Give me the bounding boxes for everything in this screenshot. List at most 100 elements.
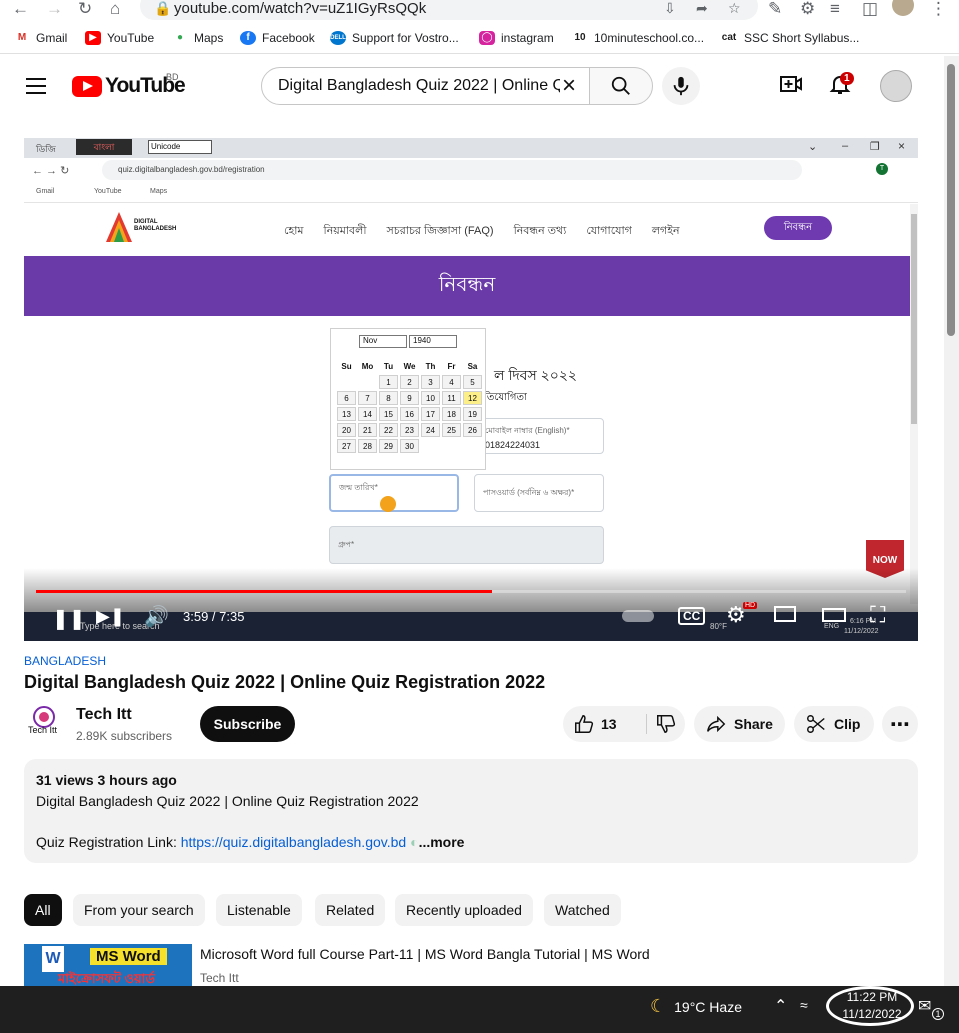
taskbar-notif-count: 1 (932, 1008, 944, 1020)
weather-widget[interactable]: ☾ 19°C Haze (650, 996, 742, 1017)
thumbs-up-icon (575, 715, 594, 733)
facebook-icon: f (240, 31, 256, 45)
wifi-icon[interactable]: ≈ (800, 997, 808, 1013)
eyedropper-icon[interactable]: ✎ (768, 0, 782, 18)
youtube-play-icon (72, 75, 102, 97)
browser-toolbar: ← → ↻ ⌂ 🔒 youtube.com/watch?v=uZ1IGyRsQQ… (0, 0, 959, 24)
chip-related[interactable]: Related (315, 894, 386, 926)
youtube-header: YouTube BD Digital Bangladesh Quiz 2022 … (0, 56, 944, 116)
chip-listenable[interactable]: Listenable (216, 894, 302, 926)
10ms-icon: 10 (572, 31, 588, 45)
clip-button[interactable]: Clip (794, 706, 874, 742)
video-profile-icon: T (876, 163, 888, 175)
chrome-menu-icon[interactable]: ⋮ (930, 0, 947, 18)
windows-taskbar: ☾ 19°C Haze ⌃ ≈ 11:22 PM 11/12/2022 ✉ 1 (0, 986, 959, 1033)
video-cursor-highlight (380, 496, 396, 512)
gmail-icon: M (14, 31, 30, 45)
video-datepicker: Nov 1940 Su Mo Tu We Th Fr Sa 12345 6 7 8 9 10 11 12… (330, 328, 486, 470)
thumb-title: MS Word (90, 948, 167, 965)
video-month-select: Nov (359, 335, 407, 348)
video-close-icon: × (898, 139, 906, 153)
recommended-video-channel[interactable]: Tech Itt (200, 971, 239, 985)
clock-time: 11:22 PM (846, 990, 898, 1004)
url-text: youtube.com/watch?v=uZ1IGyRsQQk (174, 0, 427, 17)
registration-link[interactable]: https://quiz.digitalbangladesh.gov.bd (181, 834, 406, 850)
extensions-icon[interactable]: ⚙ (800, 0, 815, 18)
theater-mode-icon[interactable] (822, 608, 846, 622)
search-button[interactable] (589, 67, 653, 105)
create-video-icon[interactable] (779, 72, 803, 96)
bookmark-dell-support[interactable]: DELL Support for Vostro... (330, 31, 459, 45)
cat-icon: cat (720, 31, 738, 45)
bookmark-10minuteschool[interactable]: 10 10minuteschool.co... (572, 31, 704, 45)
video-nav-arrows-icon: ← → ↻ (32, 165, 70, 177)
forward-icon[interactable]: → (46, 0, 63, 18)
like-dislike-group: 13 (563, 706, 685, 742)
media-controls-icon[interactable]: ≡ (830, 0, 840, 18)
subscriber-count: 2.89K subscribers (76, 729, 173, 743)
chip-watched[interactable]: Watched (544, 894, 621, 926)
recommended-video-title[interactable]: Microsoft Word full Course Part-11 | MS … (200, 946, 650, 962)
video-player[interactable]: ডিজি বাংলা Unicode ⌄ – ❐ × ← → ↻ quiz.di… (24, 138, 918, 641)
recommended-video-thumbnail[interactable]: W MS Word মাইক্রোসফট ওয়ার্ড (24, 944, 192, 986)
video-calendar-grid: Su Mo Tu We Th Fr Sa 12345 6 7 8 9 10 11 12 13 14 15 16… (335, 357, 484, 455)
fullscreen-icon[interactable]: ⛶ (870, 602, 885, 628)
chip-from-your-search[interactable]: From your search (73, 894, 205, 926)
captions-icon[interactable]: CC (678, 607, 706, 625)
volume-icon[interactable]: 🔊 (144, 604, 169, 629)
video-site-nav: হোম নিয়মাবলী সচরাচর জিজ্ঞাসা (FAQ) নিবন… (284, 225, 680, 237)
subscribe-button[interactable]: Subscribe (200, 706, 295, 742)
share-button[interactable]: Share (694, 706, 785, 742)
menu-icon[interactable] (26, 78, 46, 94)
more-actions-icon[interactable]: ⋯ (882, 706, 918, 742)
weather-text: 19°C Haze (674, 998, 742, 1015)
page-scrollbar-thumb[interactable] (947, 64, 955, 336)
thumb-subtitle: মাইক্রোসফট ওয়ার্ড (58, 971, 155, 986)
voice-search-button[interactable] (662, 67, 700, 105)
video-hashtag-link[interactable]: BANGLADESH (24, 654, 106, 668)
bookmark-star-icon[interactable]: ☆ (728, 0, 741, 17)
chip-recently-uploaded[interactable]: Recently uploaded (395, 894, 533, 926)
bookmark-instagram[interactable]: ◯ instagram (479, 31, 554, 45)
notification-center-icon[interactable]: ✉ (918, 996, 931, 1016)
video-address-bar: ← → ↻ quiz.digitalbangladesh.gov.bd/regi… (24, 158, 918, 185)
video-browser-tabbar: ডিজি বাংলা Unicode ⌄ – ❐ × (24, 138, 918, 158)
video-site-banner: নিবন্ধন (24, 256, 910, 316)
clear-search-icon[interactable]: × (562, 72, 576, 100)
bookmark-facebook[interactable]: f Facebook (240, 31, 315, 45)
install-icon[interactable]: ⇩ (664, 0, 676, 17)
address-bar[interactable]: 🔒 youtube.com/watch?v=uZ1IGyRsQQk ⇩ ➦ ☆ (140, 0, 758, 20)
back-icon[interactable]: ← (12, 0, 29, 18)
chip-all[interactable]: All (24, 894, 62, 926)
bookmark-ssc-syllabus[interactable]: cat SSC Short Syllabus... (720, 31, 859, 45)
system-clock[interactable]: 11:22 PM 11/12/2022 (832, 989, 912, 1023)
reload-icon[interactable]: ↻ (78, 0, 92, 18)
side-panel-icon[interactable]: ◫ (862, 0, 878, 18)
channel-avatar[interactable]: Tech Itt (28, 705, 60, 739)
home-icon[interactable]: ⌂ (110, 0, 120, 18)
video-site-scrollbar (910, 204, 918, 604)
video-tab-title: ডিজি (36, 144, 56, 154)
thumbs-down-icon[interactable] (655, 713, 677, 735)
show-more-button[interactable]: ...more (419, 834, 465, 850)
channel-name[interactable]: Tech Itt (76, 706, 132, 724)
miniplayer-icon[interactable] (774, 606, 796, 622)
account-avatar[interactable] (880, 70, 912, 102)
search-input[interactable]: Digital Bangladesh Quiz 2022 | Online Qu… (261, 67, 590, 105)
profile-icon[interactable] (892, 0, 914, 16)
video-mobile-field: মোবাইল নাম্বার (English)* 01824224031 (476, 418, 604, 454)
description-box[interactable]: 31 views 3 hours ago Digital Bangladesh … (24, 759, 918, 863)
share-page-icon[interactable]: ➦ (696, 0, 708, 17)
hd-badge: HD (743, 602, 758, 609)
next-video-icon[interactable]: ▶❚ (96, 606, 125, 627)
bookmark-youtube[interactable]: ▶ YouTube (85, 31, 154, 45)
moon-icon: ☾ (650, 996, 667, 1016)
tray-chevron-up-icon[interactable]: ⌃ (774, 996, 787, 1016)
bookmark-maps[interactable]: ● Maps (172, 31, 223, 45)
autoplay-toggle[interactable] (622, 610, 654, 622)
bookmark-gmail[interactable]: M Gmail (14, 31, 67, 45)
pause-icon[interactable]: ❚❚ (52, 606, 86, 631)
notification-count-badge: 1 (840, 72, 854, 85)
like-button[interactable]: 13 (563, 706, 646, 742)
video-url-text: quiz.digitalbangladesh.gov.bd/registrati… (118, 165, 265, 174)
